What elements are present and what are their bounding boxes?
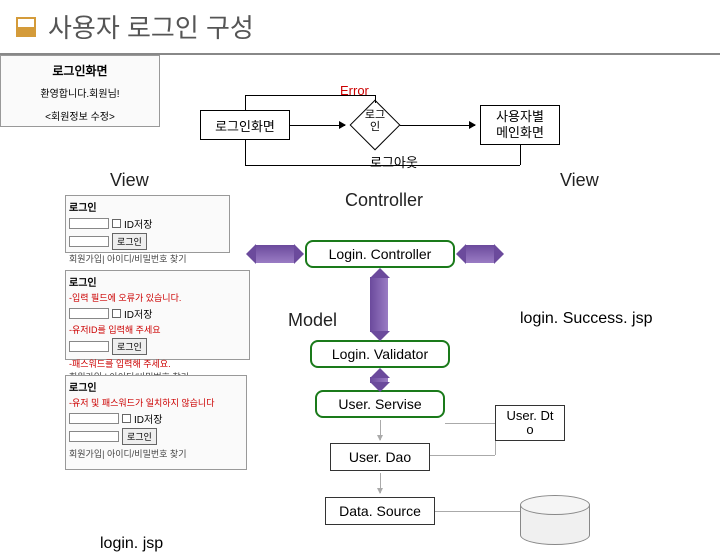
login-button-mock: 로그인 — [122, 428, 157, 445]
title-bar: 사용자 로그인 구성 — [0, 0, 720, 55]
success-header: 로그인화면 — [7, 62, 153, 79]
bidirectional-arrow-v — [370, 377, 388, 383]
input-mock — [69, 218, 109, 229]
login-jsp-label: login. jsp — [100, 535, 163, 553]
mockup-header: 로그인 — [69, 274, 246, 289]
mockup-header: 로그인 — [69, 379, 243, 394]
datasource-box: Data. Source — [325, 497, 435, 525]
login-success-mockup: 로그인화면 환영합니다.회원님! <회원정보 수정> — [0, 55, 160, 127]
mockup-header: 로그인 — [69, 199, 226, 214]
mockup-footer: 회원가입| 아이디/비밀번호 찾기 — [69, 252, 226, 265]
welcome-text: 환영합니다.회원님! — [7, 85, 153, 100]
connector-line — [445, 423, 495, 424]
arrow-line — [400, 125, 475, 126]
down-arrow — [380, 473, 381, 493]
decision-diamond: 로그 인 — [350, 100, 400, 150]
login-button-mock: 로그인 — [112, 338, 147, 355]
bidirectional-arrow — [255, 245, 295, 263]
title-bullet-icon — [16, 17, 36, 37]
input-mock — [69, 413, 119, 424]
flow-line — [245, 140, 246, 165]
mockup-footer: 회원가입| 아이디/비밀번호 찾기 — [69, 447, 243, 460]
login-validator-box: Login. Validator — [310, 340, 450, 368]
model-title: Model — [288, 310, 337, 331]
down-arrow — [380, 420, 381, 440]
connector-line — [495, 441, 496, 455]
login-success-jsp-label: login. Success. jsp — [520, 310, 653, 328]
edit-link: <회원정보 수정> — [7, 108, 153, 123]
flow-line — [245, 165, 520, 166]
id-save-label: ID저장 — [124, 306, 152, 321]
input-mock — [69, 341, 109, 352]
login-controller-box: Login. Controller — [305, 240, 455, 268]
view-title-left: View — [110, 170, 149, 191]
page-title: 사용자 로그인 구성 — [48, 8, 254, 45]
logout-label: 로그아웃 — [370, 152, 418, 171]
error-msg: -입력 필드에 오류가 있습니다. — [69, 291, 246, 304]
bidirectional-arrow-v — [370, 277, 388, 332]
checkbox-icon — [112, 219, 121, 228]
checkbox-icon — [112, 309, 121, 318]
flow-line — [245, 95, 246, 110]
user-dto-box: User. Dt o — [495, 405, 565, 441]
controller-title: Controller — [345, 190, 423, 211]
login-mockup-2: 로그인 -입력 필드에 오류가 있습니다. ID저장 -유저ID를 입력해 주세… — [65, 270, 250, 360]
database-cylinder-icon — [520, 495, 590, 545]
view-title-right: View — [560, 170, 599, 191]
bidirectional-arrow — [465, 245, 495, 263]
input-mock — [69, 236, 109, 247]
connector-line — [430, 455, 495, 456]
diamond-label: 로그 인 — [350, 109, 400, 133]
arrow-line — [290, 125, 345, 126]
flow-line — [520, 145, 521, 165]
user-service-box: User. Servise — [315, 390, 445, 418]
error-msg: -패스워드를 입력해 주세요. — [69, 357, 246, 370]
login-screen-box: 로그인화면 — [200, 110, 290, 140]
diagram-canvas: Error 로그인화면 로그 인 사용자별 메인화면 로그아웃 View Con… — [0, 55, 720, 545]
login-mockup-3: 로그인 -유저 및 패스워드가 일치하지 않습니다 ID저장 로그인 회원가입|… — [65, 375, 247, 470]
error-msg: -유저ID를 입력해 주세요 — [69, 323, 246, 336]
input-mock — [69, 431, 119, 442]
id-save-label: ID저장 — [124, 216, 152, 231]
flow-line — [375, 95, 376, 103]
connector-line — [435, 511, 520, 512]
checkbox-icon — [122, 414, 131, 423]
login-button-mock: 로그인 — [112, 233, 147, 250]
error-msg: -유저 및 패스워드가 일치하지 않습니다 — [69, 396, 243, 409]
input-mock — [69, 308, 109, 319]
user-main-box: 사용자별 메인화면 — [480, 105, 560, 145]
login-mockup-1: 로그인 ID저장 로그인 회원가입| 아이디/비밀번호 찾기 — [65, 195, 230, 253]
id-save-label: ID저장 — [134, 411, 162, 426]
flow-line — [245, 95, 375, 96]
user-dao-box: User. Dao — [330, 443, 430, 471]
